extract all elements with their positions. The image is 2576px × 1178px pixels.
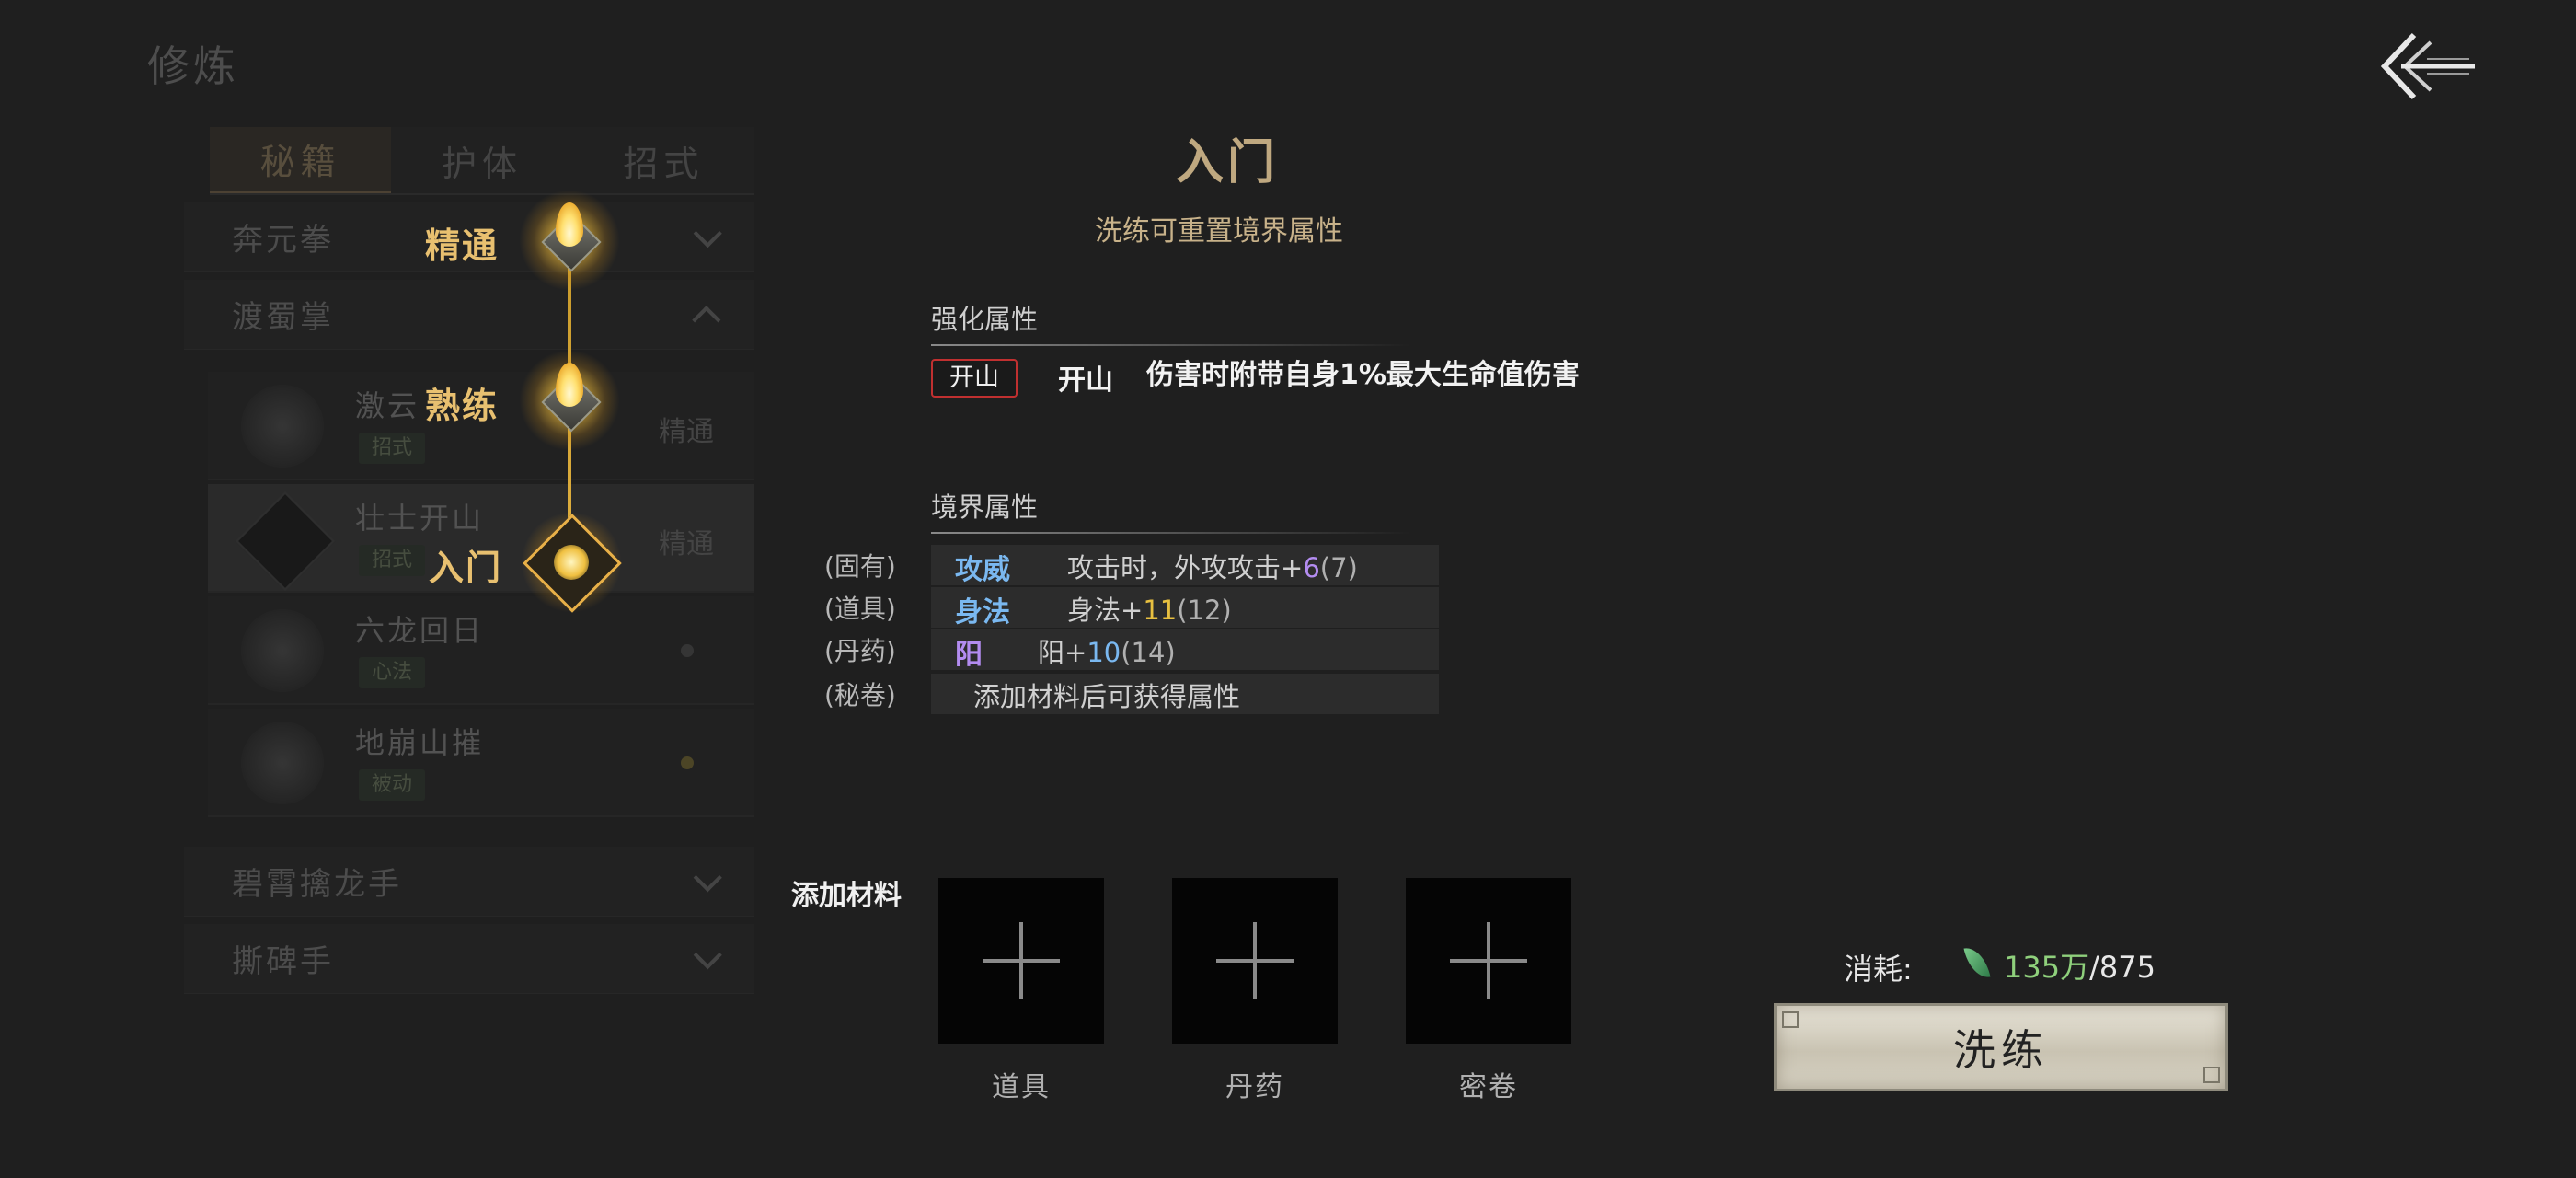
group-label: 撕碑手 [232, 943, 334, 980]
page-title: 修炼 [147, 41, 239, 91]
skill-tag: 被动 [359, 769, 426, 801]
material-caption: 密卷 [1459, 1071, 1518, 1103]
attribute-name: 身法 [955, 596, 1010, 629]
materials-label: 添加材料 [791, 880, 902, 912]
skill-level: 精通 [659, 528, 714, 560]
attribute-name: 攻威 [955, 554, 1010, 586]
skill-name: 六龙回日 [355, 613, 485, 648]
tab-bar: 秘籍 护体 招式 [210, 127, 754, 195]
attribute-source: (道具) [824, 594, 896, 624]
skill-icon [241, 385, 324, 468]
attribute-row: (固有) 攻威 攻击时，外攻攻击+6(7) [824, 545, 1535, 586]
attribute-name: 阳 [955, 639, 983, 671]
group-label: 渡蜀掌 [232, 299, 334, 336]
attribute-row: (丹药) 阳 阳+10(14) [824, 629, 1535, 671]
level-node-proficient[interactable] [519, 350, 620, 451]
group-row[interactable]: 渡蜀掌 [184, 280, 754, 350]
flame-icon [554, 545, 589, 580]
material-slot-scroll[interactable] [1406, 878, 1571, 1044]
cost-value: 135万/875 [2004, 950, 2156, 985]
material-caption: 道具 [992, 1071, 1051, 1103]
group-label: 奔元拳 [232, 222, 334, 259]
back-arrow-icon[interactable] [2377, 28, 2478, 105]
skill-name: 壮士开山 [355, 501, 485, 536]
skill-list-panel: 修炼 秘籍 护体 招式 奔元拳 渡蜀掌 激云 招式 精通 壮士开山 招式 精通 [0, 0, 828, 1178]
chevron-down-icon [693, 218, 722, 248]
skill-level: 精通 [659, 416, 714, 448]
level-node-master[interactable] [519, 190, 620, 291]
attribute-source: (丹药) [824, 636, 896, 666]
cultivation-screen: 修炼 秘籍 护体 招式 奔元拳 渡蜀掌 激云 招式 精通 壮士开山 招式 精通 [0, 0, 2576, 1178]
attribute-source: (固有) [824, 551, 896, 582]
cost-label: 消耗: [1844, 952, 1913, 987]
enhance-section-header: 强化属性 [931, 298, 1409, 346]
chevron-down-icon [693, 940, 722, 969]
attribute-row: (秘卷) 添加材料后可获得属性 [824, 674, 1535, 714]
skill-icon [241, 722, 324, 804]
skill-item[interactable]: 六龙回日 心法 [208, 596, 754, 705]
attribute-value: 身法+11(12) [1067, 595, 1232, 626]
tab-moves[interactable]: 招式 [573, 127, 754, 193]
skill-icon [241, 609, 324, 692]
group-row[interactable]: 碧霄擒龙手 [184, 847, 754, 917]
skill-tag: 招式 [359, 433, 426, 464]
group-label: 碧霄擒龙手 [232, 866, 402, 903]
tab-secret-manual[interactable]: 秘籍 [210, 127, 392, 193]
detail-subtitle: 洗练可重置境界属性 [1095, 215, 1343, 248]
chevron-up-icon [692, 305, 721, 334]
skill-name: 地崩山摧 [355, 725, 485, 760]
attribute-value: 攻击时，外攻攻击+6(7) [1067, 552, 1358, 583]
enhance-badge: 开山 [931, 359, 1018, 398]
detail-title: 入门 [1176, 134, 1280, 191]
attribute-value: 阳+10(14) [1038, 637, 1176, 668]
level-label: 精通 [425, 225, 500, 266]
material-slot-item[interactable] [938, 878, 1104, 1044]
skill-icon [235, 491, 336, 592]
skill-tag: 招式 [359, 545, 426, 576]
skill-tag: 心法 [359, 657, 426, 688]
skill-name: 激云 [355, 388, 420, 423]
attribute-source: (秘卷) [824, 680, 896, 710]
material-slot-pill[interactable] [1172, 878, 1338, 1044]
level-label: 熟练 [425, 385, 500, 426]
refine-button[interactable]: 洗练 [1774, 1003, 2228, 1091]
material-caption: 丹药 [1225, 1071, 1284, 1103]
status-dot-icon [681, 644, 694, 657]
skill-item[interactable]: 地崩山摧 被动 [208, 709, 754, 817]
level-node-novice[interactable] [521, 512, 622, 613]
level-label: 入门 [429, 547, 503, 588]
realm-section-header: 境界属性 [931, 486, 1409, 534]
attribute-value: 添加材料后可获得属性 [973, 681, 1241, 712]
enhance-description: 伤害时附带自身1%最大生命值伤害 [1146, 359, 1580, 391]
leaf-icon [1963, 944, 1991, 981]
attribute-row: (道具) 身法 身法+11(12) [824, 587, 1535, 629]
tab-body-guard[interactable]: 护体 [391, 127, 572, 193]
chevron-down-icon [693, 862, 722, 892]
group-row[interactable]: 撕碑手 [184, 924, 754, 994]
status-dot-icon [681, 756, 694, 769]
